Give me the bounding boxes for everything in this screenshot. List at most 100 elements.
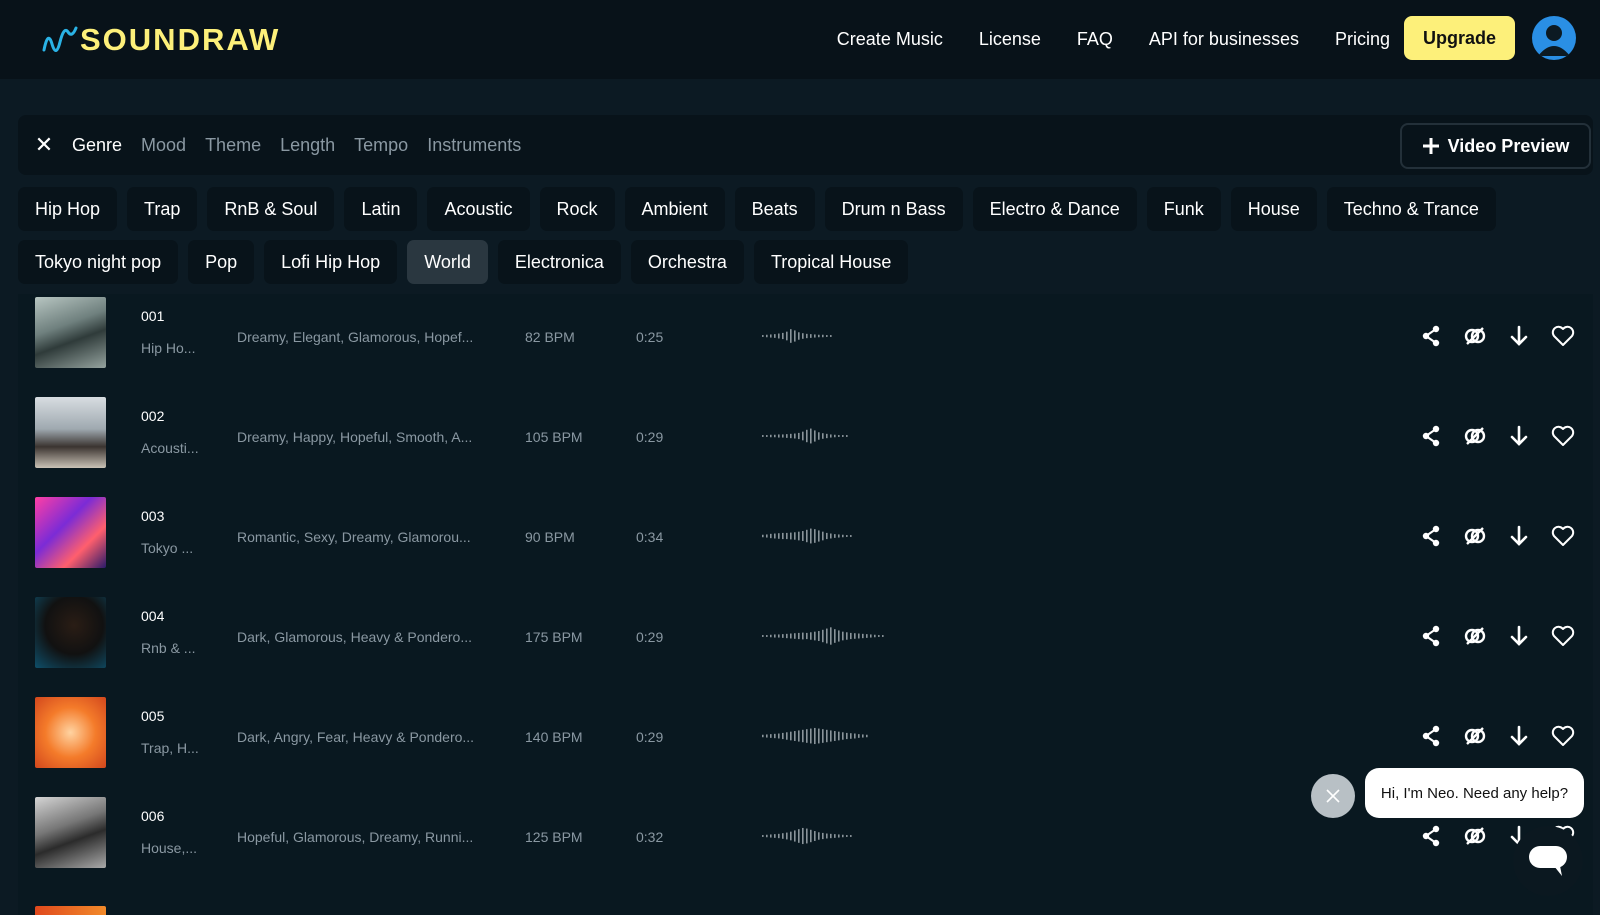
heart-icon[interactable] bbox=[1551, 524, 1575, 548]
track-waveform[interactable] bbox=[762, 619, 886, 653]
heart-icon[interactable] bbox=[1551, 724, 1575, 748]
genre-chip[interactable]: Pop bbox=[188, 240, 255, 284]
genre-chip[interactable]: Drum n Bass bbox=[824, 187, 963, 231]
genre-chip[interactable]: Ambient bbox=[624, 187, 725, 231]
track-moods: Dreamy, Elegant, Glamorous, Hopef... bbox=[237, 329, 474, 345]
waveform-bar bbox=[802, 729, 804, 743]
track-waveform[interactable] bbox=[762, 719, 870, 753]
chat-greeting-bubble[interactable]: Hi, I'm Neo. Need any help? bbox=[1365, 768, 1584, 818]
waveform-bar bbox=[770, 334, 772, 338]
heart-icon[interactable] bbox=[1551, 624, 1575, 648]
soundraw-logo[interactable]: SOUNDRAW bbox=[42, 22, 280, 58]
waveform-bar bbox=[846, 435, 848, 437]
waveform-bar bbox=[818, 728, 820, 744]
download-icon[interactable] bbox=[1507, 724, 1531, 748]
download-icon[interactable] bbox=[1507, 324, 1531, 348]
unlink-icon[interactable] bbox=[1463, 524, 1487, 548]
genre-chip-selected[interactable]: World bbox=[407, 240, 488, 284]
waveform-bar bbox=[798, 432, 800, 440]
track-waveform[interactable] bbox=[762, 419, 850, 453]
download-icon[interactable] bbox=[1507, 424, 1531, 448]
track-row[interactable]: 002 Acousti... Dreamy, Happy, Hopeful, Smo… bbox=[18, 394, 1593, 494]
genre-chip[interactable]: RnB & Soul bbox=[207, 187, 335, 231]
user-avatar[interactable] bbox=[1532, 16, 1576, 60]
download-icon[interactable] bbox=[1507, 524, 1531, 548]
tab-length[interactable]: Length bbox=[280, 135, 335, 156]
tab-mood[interactable]: Mood bbox=[141, 135, 186, 156]
share-icon[interactable] bbox=[1419, 824, 1443, 848]
tab-genre[interactable]: Genre bbox=[72, 135, 122, 156]
unlink-icon[interactable] bbox=[1463, 624, 1487, 648]
unlink-icon[interactable] bbox=[1463, 724, 1487, 748]
genre-chip[interactable]: Trap bbox=[127, 187, 198, 231]
unlink-icon[interactable] bbox=[1463, 424, 1487, 448]
genre-chip[interactable]: Lofi Hip Hop bbox=[264, 240, 398, 284]
nav-pricing[interactable]: Pricing bbox=[1335, 29, 1390, 50]
tab-theme[interactable]: Theme bbox=[205, 135, 261, 156]
track-row[interactable]: 004 Rnb & ... Dark, Glamorous, Heavy & Pon… bbox=[18, 594, 1593, 694]
share-icon[interactable] bbox=[1419, 624, 1443, 648]
track-thumbnail[interactable] bbox=[35, 697, 106, 768]
genre-chip[interactable]: Tropical House bbox=[753, 240, 909, 284]
track-row[interactable]: 005 Trap, H... Dark, Angry, Fear, Heavy & … bbox=[18, 694, 1593, 794]
genre-chip[interactable]: House bbox=[1230, 187, 1317, 231]
plus-icon bbox=[1422, 138, 1439, 154]
waveform-bar bbox=[806, 828, 808, 844]
track-waveform[interactable] bbox=[762, 319, 834, 353]
waveform-bar bbox=[790, 633, 792, 639]
track-waveform[interactable] bbox=[762, 819, 854, 853]
video-preview-button[interactable]: Video Preview bbox=[1400, 123, 1591, 169]
nav-create-music[interactable]: Create Music bbox=[837, 29, 943, 50]
share-icon[interactable] bbox=[1419, 324, 1443, 348]
heart-icon[interactable] bbox=[1551, 424, 1575, 448]
genre-chip[interactable]: Beats bbox=[734, 187, 815, 231]
nav-license[interactable]: License bbox=[979, 29, 1041, 50]
track-row[interactable]: 003 Tokyo ... Romantic, Sexy, Dreamy, Glam… bbox=[18, 494, 1593, 594]
genre-chip[interactable]: Techno & Trance bbox=[1326, 187, 1496, 231]
download-icon[interactable] bbox=[1507, 624, 1531, 648]
heart-icon[interactable] bbox=[1551, 324, 1575, 348]
share-icon[interactable] bbox=[1419, 724, 1443, 748]
track-thumbnail-partial[interactable] bbox=[35, 906, 106, 915]
track-thumbnail[interactable] bbox=[35, 597, 106, 668]
unlink-icon[interactable] bbox=[1463, 324, 1487, 348]
nav-faq[interactable]: FAQ bbox=[1077, 29, 1113, 50]
track-thumbnail[interactable] bbox=[35, 297, 106, 368]
track-number: 006 bbox=[141, 808, 165, 824]
share-icon[interactable] bbox=[1419, 524, 1443, 548]
genre-chip[interactable]: Latin bbox=[344, 187, 418, 231]
genre-chip[interactable]: Hip Hop bbox=[18, 187, 118, 231]
genre-chip[interactable]: Funk bbox=[1146, 187, 1221, 231]
track-duration: 0:29 bbox=[636, 729, 664, 745]
waveform-bar bbox=[786, 832, 788, 840]
genre-chip[interactable]: Tokyo night pop bbox=[18, 240, 179, 284]
genre-chip[interactable]: Electro & Dance bbox=[972, 187, 1137, 231]
tab-instruments[interactable]: Instruments bbox=[427, 135, 521, 156]
track-waveform[interactable] bbox=[762, 519, 854, 553]
track-row[interactable]: 006 House,... Hopeful, Glamorous, Dreamy, … bbox=[18, 794, 1593, 894]
filter-tabs: Genre Mood Theme Length Tempo Instrument… bbox=[72, 115, 521, 175]
close-filter-icon[interactable]: ✕ bbox=[32, 133, 56, 157]
chat-close-button[interactable] bbox=[1311, 774, 1355, 818]
track-thumbnail[interactable] bbox=[35, 797, 106, 868]
tab-tempo[interactable]: Tempo bbox=[354, 135, 408, 156]
genre-chip[interactable]: Acoustic bbox=[427, 187, 530, 231]
waveform-bar bbox=[782, 532, 784, 540]
filter-panel: ✕ Genre Mood Theme Length Tempo Instrume… bbox=[18, 115, 1593, 175]
track-row[interactable]: 001 Hip Ho... Dreamy, Elegant, Glamorous, … bbox=[18, 294, 1593, 394]
chat-launcher-button[interactable] bbox=[1513, 826, 1583, 896]
genre-chip[interactable]: Electronica bbox=[497, 240, 621, 284]
share-icon[interactable] bbox=[1419, 424, 1443, 448]
upgrade-button[interactable]: Upgrade bbox=[1404, 16, 1515, 60]
unlink-icon[interactable] bbox=[1463, 824, 1487, 848]
track-genre: Rnb & ... bbox=[141, 640, 196, 656]
track-thumbnail[interactable] bbox=[35, 397, 106, 468]
waveform-bar bbox=[782, 434, 784, 438]
genre-chip[interactable]: Orchestra bbox=[630, 240, 744, 284]
nav-api-for-businesses[interactable]: API for businesses bbox=[1149, 29, 1299, 50]
track-thumbnail[interactable] bbox=[35, 497, 106, 568]
track-duration: 0:34 bbox=[636, 529, 664, 545]
waveform-bar bbox=[762, 635, 764, 637]
waveform-bar bbox=[826, 628, 828, 644]
genre-chip[interactable]: Rock bbox=[539, 187, 615, 231]
